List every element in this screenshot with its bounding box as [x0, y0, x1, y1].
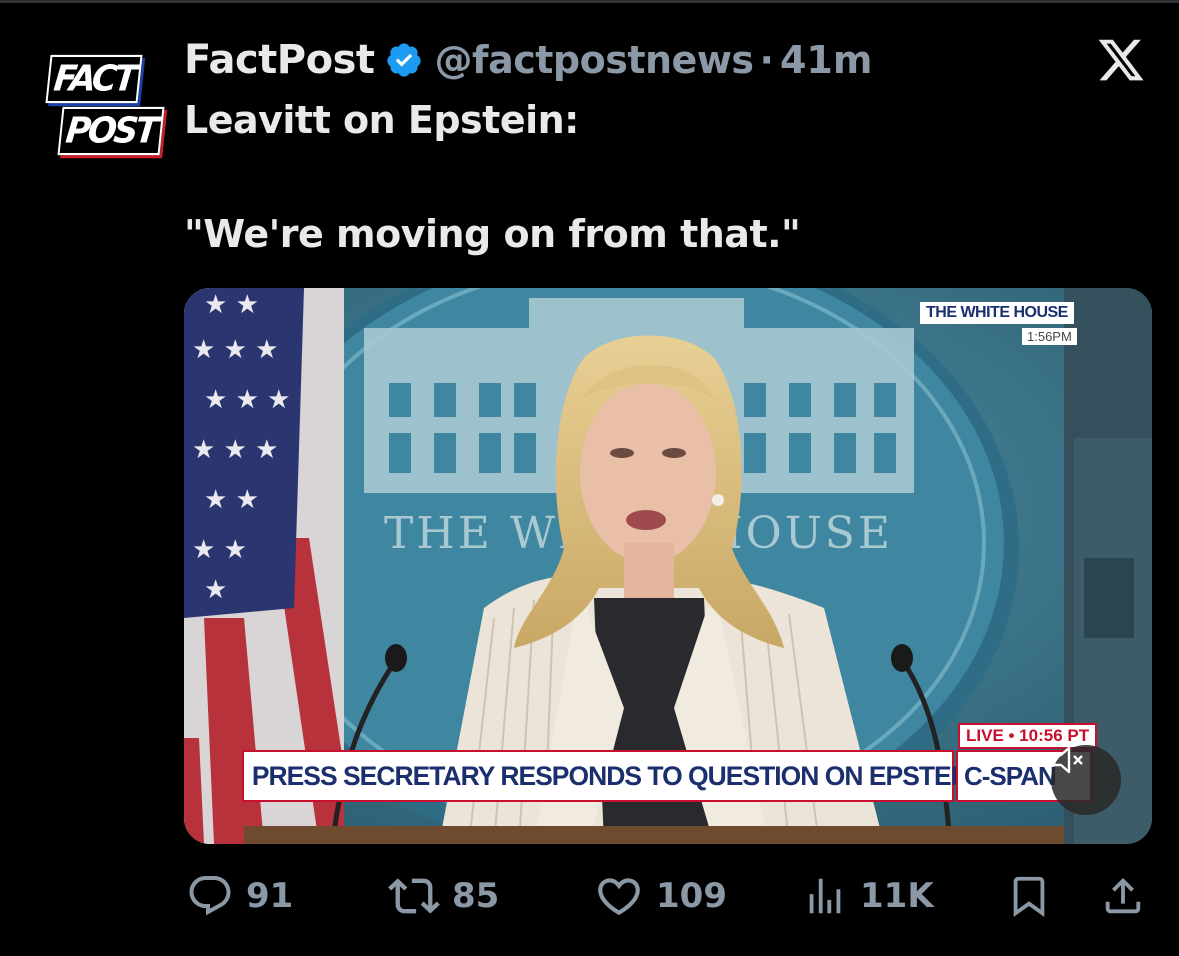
like-count: 109	[656, 876, 727, 916]
action-bar: 91 85 109 11K	[184, 868, 1144, 924]
share-button[interactable]	[1100, 868, 1158, 924]
chyron: PRESS SECRETARY RESPONDS TO QUESTION ON …	[242, 750, 1053, 802]
bookmark-icon	[1013, 876, 1045, 917]
like-icon	[598, 878, 640, 916]
mute-button[interactable]	[1051, 745, 1121, 815]
mute-icon	[1052, 746, 1083, 774]
svg-text:★ ★ ★: ★ ★ ★	[192, 435, 278, 465]
svg-text:★ ★ ★: ★ ★ ★	[192, 335, 278, 365]
svg-text:★ ★ ★: ★ ★ ★	[204, 385, 290, 415]
repost-icon	[388, 878, 440, 914]
repost-count: 85	[452, 876, 500, 916]
reply-button[interactable]: 91	[186, 868, 293, 924]
network-name: C-SPAN	[964, 760, 1057, 791]
repost-button[interactable]: 85	[388, 868, 499, 924]
network-badge-time: 1:56PM	[1022, 328, 1077, 345]
like-button[interactable]: 109	[594, 868, 727, 924]
svg-text:★ ★: ★ ★	[192, 535, 247, 565]
network-badge-title: THE WHITE HOUSE	[920, 302, 1074, 324]
share-icon	[1105, 877, 1141, 914]
handle[interactable]: @factpostnews	[435, 38, 755, 82]
x-logo-icon[interactable]	[1096, 35, 1146, 85]
verified-badge-icon[interactable]	[385, 41, 423, 79]
reply-count: 91	[246, 876, 294, 916]
separator-dot: ·	[759, 38, 774, 82]
video-player[interactable]: THE WHITE HOUSE ★ ★ ★ ★ ★ ★ ★ ★ ★ ★ ★ ★ ★ ★…	[184, 288, 1152, 844]
chyron-text: PRESS SECRETARY RESPONDS TO QUESTION ON …	[251, 760, 1053, 791]
views-icon	[809, 878, 841, 914]
post-time[interactable]: 41m	[780, 38, 872, 82]
bookmark-button[interactable]	[1006, 868, 1064, 924]
svg-text:★: ★	[204, 575, 227, 605]
svg-text:★ ★: ★ ★	[204, 290, 259, 320]
post-header: FactPost @factpostnews · 41m	[184, 34, 872, 86]
post-text-line-2: "We're moving on from that."	[184, 212, 801, 256]
views-count: 11K	[860, 876, 934, 916]
top-divider	[0, 0, 1179, 3]
post-text-line-1: Leavitt on Epstein:	[184, 98, 579, 142]
reply-icon	[189, 876, 231, 916]
svg-text:★ ★: ★ ★	[204, 485, 259, 515]
views-button[interactable]: 11K	[802, 868, 934, 924]
display-name[interactable]: FactPost	[184, 37, 375, 83]
avatar[interactable]: FACT POST	[44, 52, 165, 162]
avatar-logo-post: POST	[57, 106, 165, 156]
avatar-logo-fact: FACT	[45, 54, 143, 104]
